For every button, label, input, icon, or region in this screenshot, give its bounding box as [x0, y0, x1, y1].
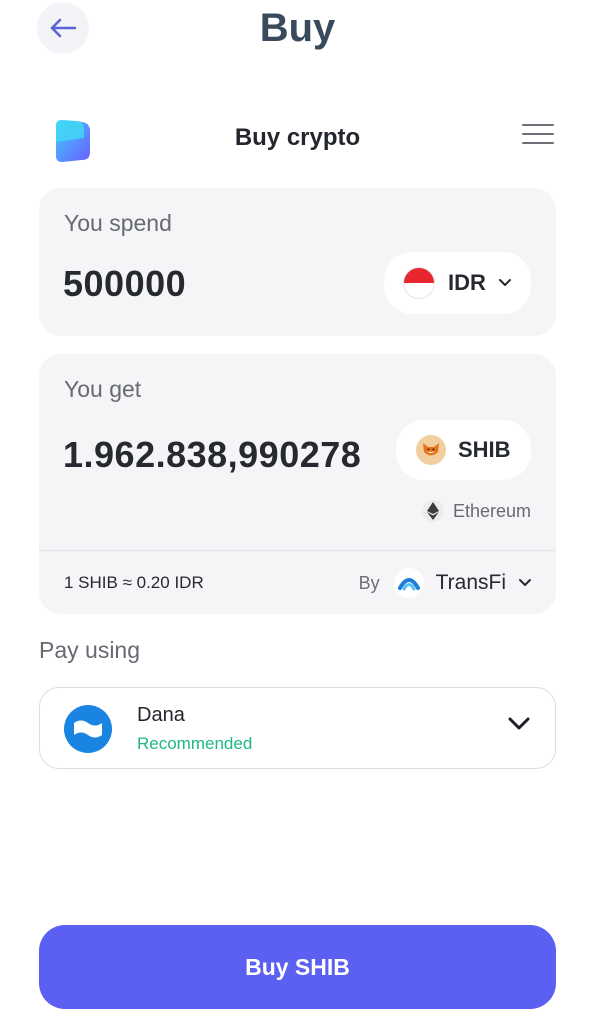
by-label: By: [358, 572, 380, 593]
provider-name: TransFi: [435, 571, 506, 594]
network-label: Ethereum: [421, 500, 531, 522]
get-amount: 1.962.838,990278: [63, 434, 362, 475]
token-symbol: SHIB: [458, 437, 511, 462]
divider: [39, 550, 556, 551]
widget-header: Buy crypto: [0, 110, 595, 166]
chevron-down-icon: [498, 279, 511, 286]
network-name: Ethereum: [452, 500, 531, 521]
indonesia-flag-icon: [403, 267, 435, 299]
payment-method-selector[interactable]: Dana Recommended: [39, 687, 556, 769]
page-title: Buy: [259, 6, 336, 50]
hamburger-menu-icon[interactable]: [522, 124, 554, 148]
ethereum-icon: [421, 500, 444, 522]
get-label: You get: [64, 376, 142, 402]
spend-label: You spend: [64, 210, 172, 236]
currency-selector[interactable]: IDR: [384, 252, 531, 314]
payment-method-name: Dana: [137, 704, 185, 726]
spend-amount-input[interactable]: 500000: [63, 263, 186, 305]
pay-using-label: Pay using: [39, 637, 141, 663]
transfi-logo-icon: [393, 568, 424, 598]
chevron-down-icon: [519, 579, 531, 586]
spend-card: You spend 500000 IDR: [39, 188, 556, 336]
buy-shib-button[interactable]: Buy SHIB: [39, 925, 556, 1009]
chevron-down-icon: [508, 717, 530, 730]
recommended-badge: Recommended: [137, 734, 253, 753]
widget-title: Buy crypto: [234, 124, 361, 151]
currency-code: IDR: [448, 270, 486, 295]
shiba-inu-icon: [416, 435, 446, 465]
exchange-rate: 1 SHIB ≈ 0.20 IDR: [64, 573, 204, 592]
top-bar: Buy: [0, 0, 595, 70]
provider-selector[interactable]: By TransFi: [359, 568, 532, 598]
get-card: You get 1.962.838,990278 SHIB Ethereum 1…: [39, 354, 556, 614]
token-selector[interactable]: SHIB: [396, 420, 531, 480]
dana-logo-icon: [64, 705, 112, 753]
